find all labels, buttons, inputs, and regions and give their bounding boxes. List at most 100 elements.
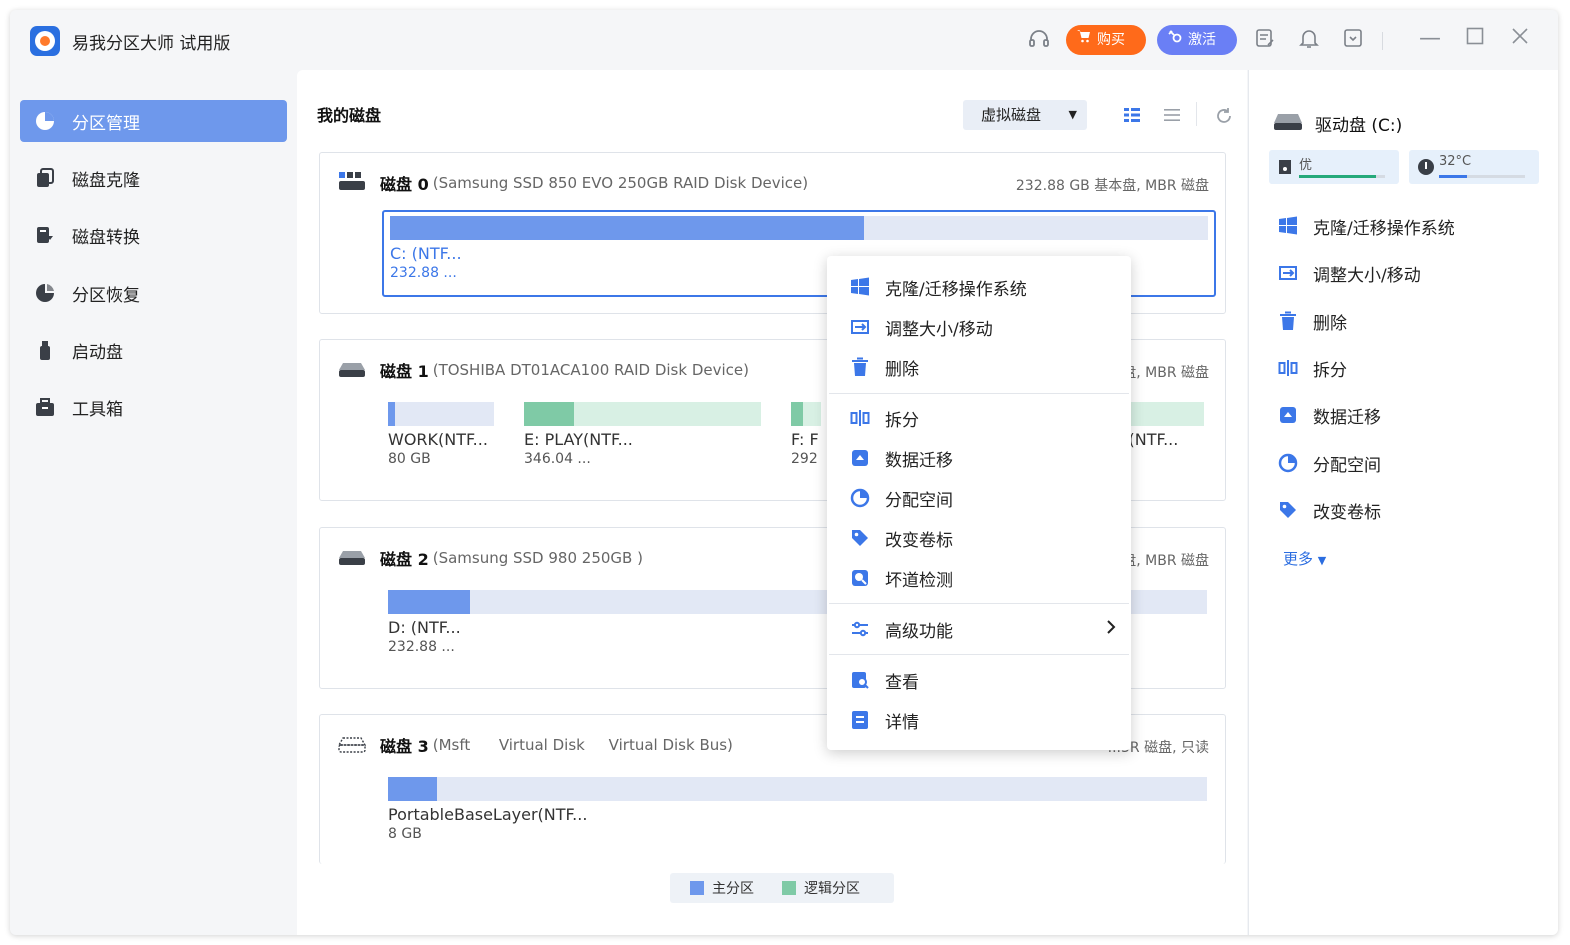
drive-icon: [1273, 110, 1303, 137]
sidebar-item-disk-clone[interactable]: 磁盘克隆: [20, 157, 287, 199]
partition-portable[interactable]: PortableBaseLayer(NTF... 8 GB: [388, 777, 1207, 842]
menu-item-delete[interactable]: 删除: [827, 350, 1131, 384]
disk-name: 磁盘 2: [380, 550, 429, 569]
migrate-icon: [849, 447, 871, 469]
disk-model: (Samsung SSD 850 EVO 250GB RAID Disk Dev…: [432, 174, 809, 192]
menu-item-data-migrate[interactable]: 数据迁移: [827, 441, 1131, 475]
virtual-disk-label: 虚拟磁盘: [981, 106, 1042, 124]
menu-item-change-label[interactable]: 改变卷标: [827, 521, 1131, 555]
partition-work[interactable]: WORK(NTF... 80 GB: [388, 402, 494, 467]
partition-size: 8 GB: [388, 826, 422, 842]
menu-item-label: 调整大小/移动: [885, 319, 993, 340]
temperature-status: 32°C: [1409, 150, 1539, 184]
minimize-icon[interactable]: —: [1415, 24, 1445, 54]
sidebar-item-partition-recovery[interactable]: 分区恢复: [20, 272, 287, 314]
action-label: 分配空间: [1313, 455, 1381, 476]
drive-header: 驱动盘 (C:): [1273, 110, 1402, 137]
resize-icon: [849, 316, 871, 338]
menu-divider: [829, 393, 1129, 394]
close-icon[interactable]: [1505, 24, 1535, 54]
menu-item-resize-move[interactable]: 调整大小/移动: [827, 310, 1131, 344]
disk-info: 232.88 GB 基本盘, MBR 磁盘: [1015, 178, 1209, 194]
sidebar: 分区管理 磁盘克隆 磁盘转换 分区恢复 启动盘 工具箱: [10, 70, 297, 935]
disk-header: 磁盘 1 (TOSHIBA DT01ACA100 RAID Disk Devic…: [338, 358, 749, 382]
split-icon: [849, 407, 871, 429]
activate-button[interactable]: 激活: [1157, 25, 1237, 55]
disk-info: 盘, MBR 磁盘: [1122, 365, 1209, 381]
tag-icon: [849, 527, 871, 549]
sidebar-item-toolbox[interactable]: 工具箱: [20, 386, 287, 428]
sidebar-item-partition-manager[interactable]: 分区管理: [20, 100, 287, 142]
pie-chart-icon: [34, 110, 56, 132]
caret-down-icon: ▼: [1068, 108, 1077, 121]
buy-label: 购买: [1097, 32, 1125, 48]
headset-icon[interactable]: [1026, 27, 1052, 53]
tag-icon: [1277, 499, 1299, 521]
partition-bar: [791, 402, 821, 426]
bell-icon[interactable]: [1296, 27, 1322, 53]
action-label: 克隆/迁移操作系统: [1313, 218, 1455, 239]
chevron-right-icon: [1105, 619, 1117, 640]
menu-item-clone-os[interactable]: 克隆/迁移操作系统: [827, 270, 1131, 304]
menu-item-label: 拆分: [885, 410, 919, 431]
disk-header: 磁盘 2 (Samsung SSD 980 250GB ): [338, 546, 643, 570]
buy-button[interactable]: 购买: [1066, 25, 1146, 55]
health-status: 优: [1269, 150, 1399, 184]
sidebar-item-boot-disk[interactable]: 启动盘: [20, 329, 287, 371]
legend-primary: 主分区: [690, 878, 754, 898]
menu-item-split[interactable]: 拆分: [827, 401, 1131, 435]
windows-icon: [1277, 215, 1299, 237]
partition-size: 292: [791, 451, 818, 467]
sidebar-item-label: 磁盘克隆: [72, 170, 140, 191]
sidebar-item-label: 分区管理: [72, 113, 140, 134]
partition-bar: [388, 777, 1207, 801]
more-link[interactable]: 更多 ▼: [1283, 548, 1326, 569]
action-label: 数据迁移: [1313, 407, 1381, 428]
action-label: 调整大小/移动: [1313, 265, 1421, 286]
refresh-icon[interactable]: [1214, 106, 1234, 126]
menu-item-label: 分配空间: [885, 490, 953, 511]
partition-e-play[interactable]: E: PLAY(NTF... 346.04 ...: [524, 402, 761, 467]
grid-view-icon[interactable]: [1123, 106, 1143, 126]
view-icon: [849, 669, 871, 691]
menu-item-label: 数据迁移: [885, 450, 953, 471]
cart-icon: [1076, 25, 1092, 55]
disk-name: 磁盘 1: [380, 362, 429, 381]
trash-icon: [849, 356, 871, 378]
menu-divider: [829, 654, 1129, 655]
menu-item-allocate-space[interactable]: 分配空间: [827, 481, 1131, 515]
menu-item-view[interactable]: 查看: [827, 663, 1131, 697]
action-delete[interactable]: 删除: [1277, 307, 1347, 335]
maximize-icon[interactable]: [1460, 24, 1490, 54]
action-data-migrate[interactable]: 数据迁移: [1277, 401, 1381, 429]
action-change-label[interactable]: 改变卷标: [1277, 496, 1381, 524]
windows-icon: [849, 276, 871, 298]
toolbox-icon: [34, 396, 56, 418]
download-box-icon[interactable]: [1340, 27, 1366, 53]
drive-label: 驱动盘 (C:): [1315, 116, 1403, 136]
disk-name: 磁盘 0: [380, 175, 429, 194]
trash-icon: [1277, 310, 1299, 332]
menu-item-advanced[interactable]: 高级功能: [827, 612, 1131, 646]
hdd-icon: [338, 545, 366, 571]
action-split[interactable]: 拆分: [1277, 354, 1347, 382]
action-resize-move[interactable]: 调整大小/移动: [1277, 259, 1421, 287]
sidebar-item-disk-convert[interactable]: 磁盘转换: [20, 214, 287, 256]
details-icon: [849, 709, 871, 731]
convert-icon: [34, 224, 56, 246]
menu-item-details[interactable]: 详情: [827, 703, 1131, 737]
thermometer-icon: [1417, 158, 1435, 180]
list-view-icon[interactable]: [1163, 106, 1183, 126]
menu-item-surface-test[interactable]: 坏道检测: [827, 561, 1131, 595]
action-label: 拆分: [1313, 360, 1347, 381]
allocate-icon: [849, 487, 871, 509]
partition-bar: [390, 216, 1208, 240]
virtual-disk-dropdown[interactable]: 虚拟磁盘 ▼: [963, 100, 1087, 130]
action-allocate-space[interactable]: 分配空间: [1277, 449, 1381, 477]
action-clone-os[interactable]: 克隆/迁移操作系统: [1277, 212, 1455, 240]
menu-item-label: 改变卷标: [885, 530, 953, 551]
partition-f[interactable]: F: F 292: [791, 402, 821, 467]
hdd-icon: [338, 357, 366, 383]
feedback-icon[interactable]: [1252, 27, 1278, 53]
menu-item-label: 删除: [885, 359, 919, 380]
